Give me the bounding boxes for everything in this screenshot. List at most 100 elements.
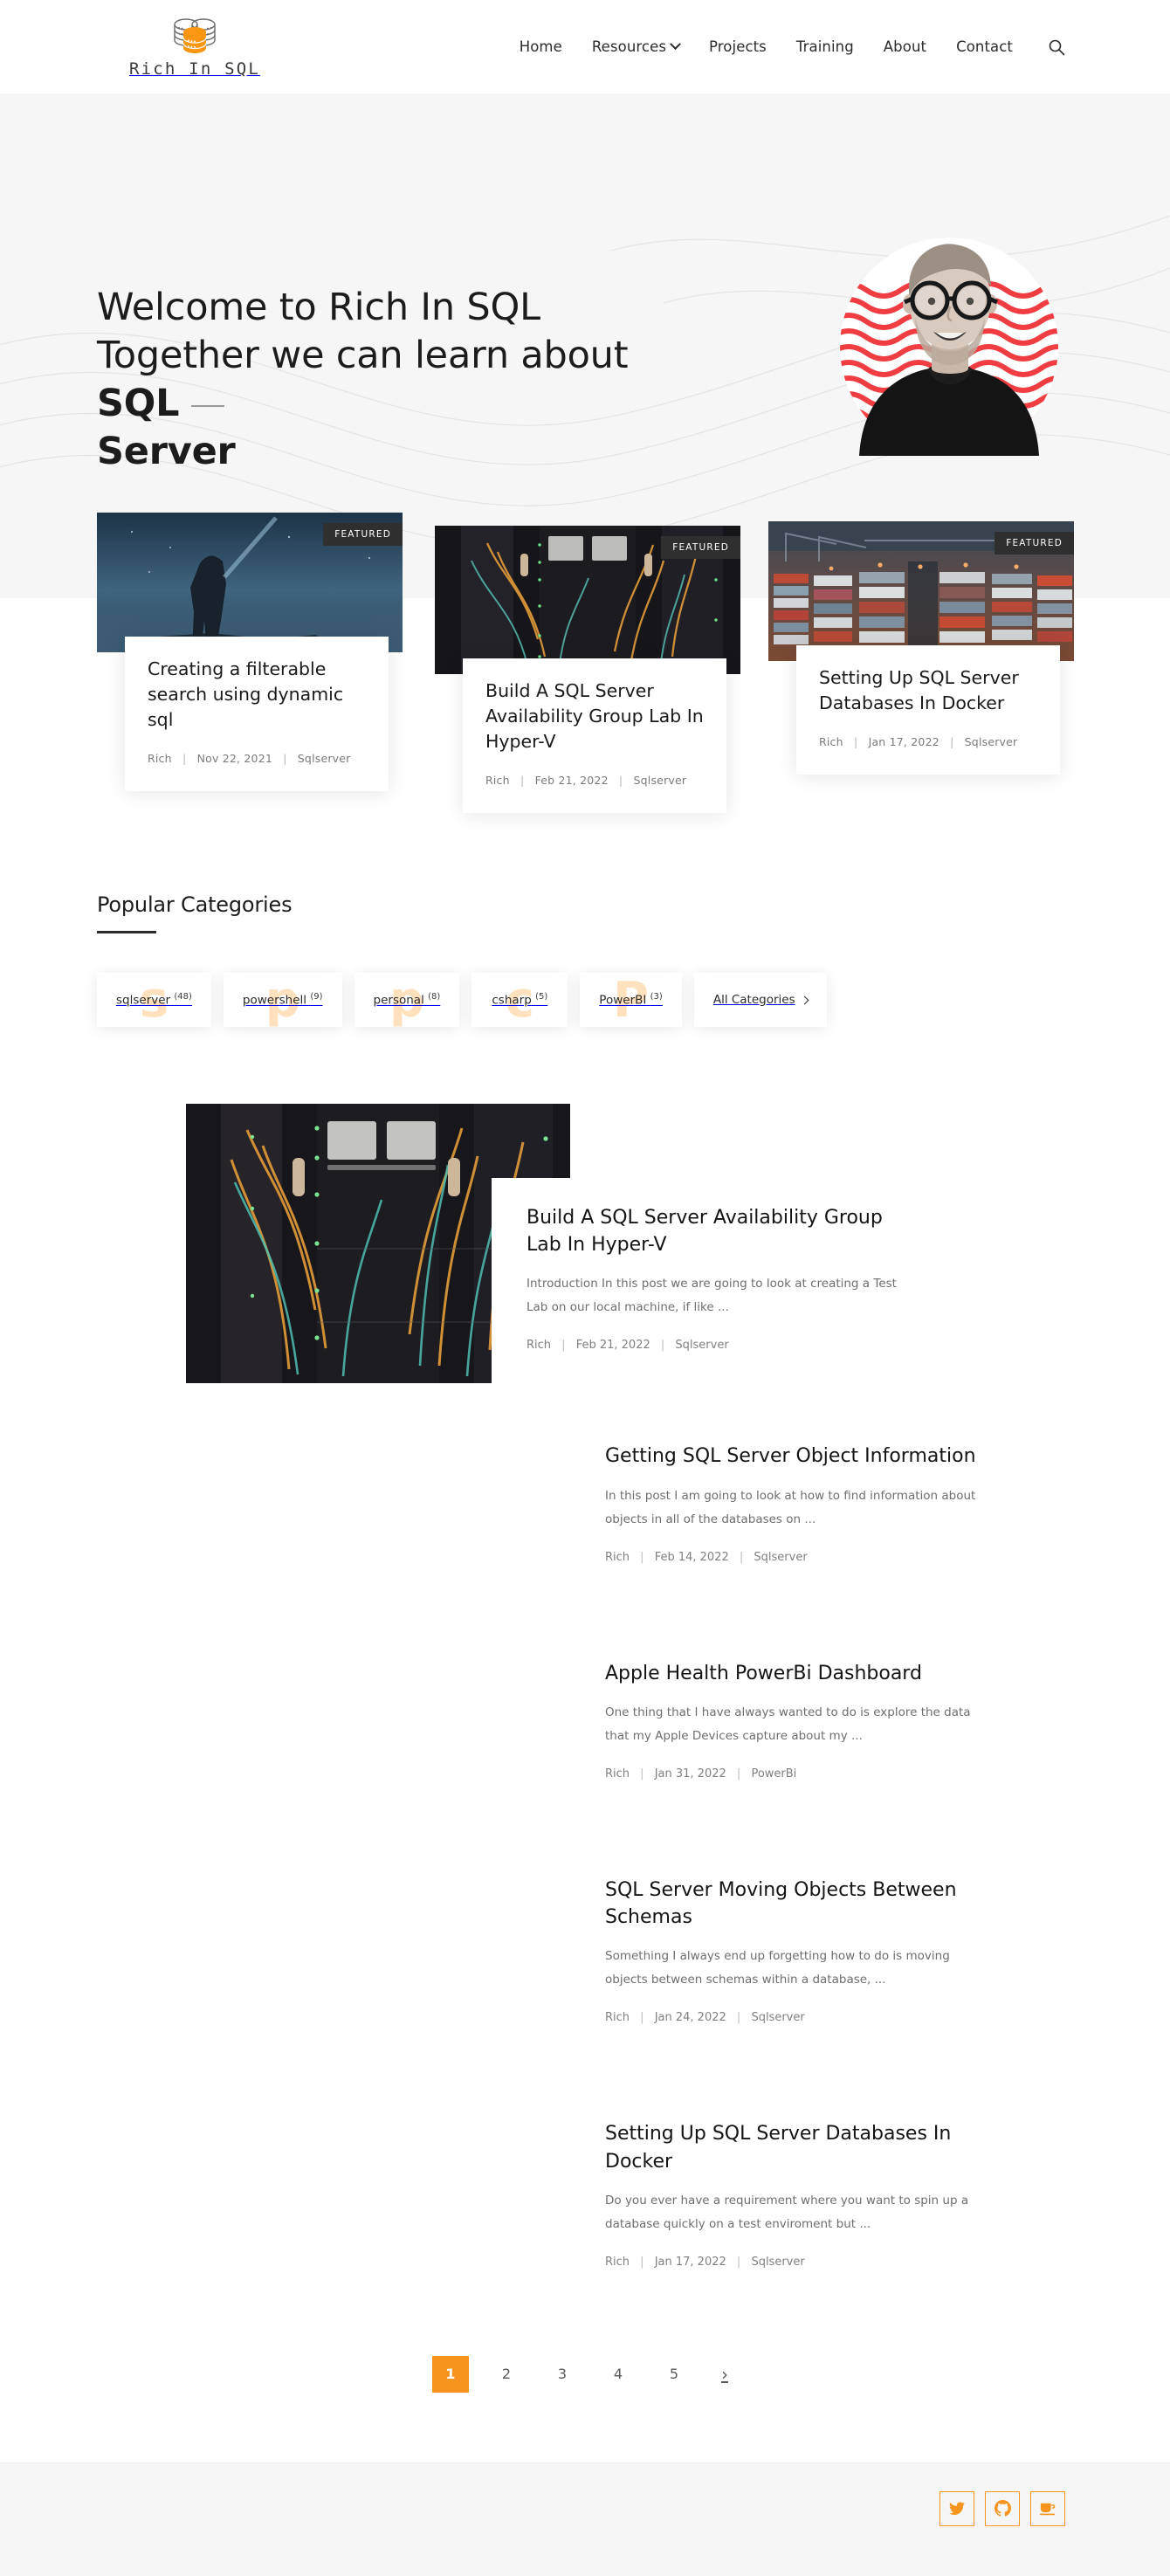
post-meta: Rich | Jan 31, 2022 | PowerBi: [605, 1767, 989, 1780]
nav-item-contact[interactable]: Contact: [956, 38, 1013, 55]
post-excerpt: One thing that I have always wanted to d…: [605, 1705, 971, 1743]
category-name: PowerBI: [599, 993, 647, 1008]
category[interactable]: Sqlserver: [751, 2011, 804, 2024]
post-content: SQL Server Moving Objects Between Schema…: [570, 1876, 1024, 2060]
featured-card[interactable]: FEATURED Setting Up SQL Server Databases…: [768, 521, 1074, 775]
post-list: Build A SQL Server Availability Group La…: [0, 1104, 1170, 2462]
post-item: SQL Server Moving Objects Between Schema…: [0, 1876, 1170, 2060]
meta-separator: |: [182, 752, 187, 766]
meta-separator: |: [853, 735, 858, 749]
nav-item-training[interactable]: Training: [796, 38, 854, 55]
all-categories-label-wrap: All Categories: [713, 993, 809, 1007]
post-excerpt: Do you ever have a requirement where you…: [605, 2193, 969, 2231]
pagination-page-3[interactable]: 3: [544, 2356, 581, 2393]
post-item: Apple Health PowerBi Dashboard One thing…: [0, 1659, 1170, 1815]
category[interactable]: Sqlserver: [634, 774, 687, 787]
nav-item-resources[interactable]: Resources: [592, 38, 681, 55]
date: Jan 17, 2022: [868, 735, 939, 749]
category-name: sqlserver: [116, 993, 171, 1008]
category-count: (3): [650, 992, 663, 1002]
avatar-photo: [850, 227, 1048, 456]
category-chip-powershell[interactable]: p powershell (9): [223, 973, 342, 1027]
post-meta: Rich | Jan 24, 2022 | Sqlserver: [605, 2011, 989, 2024]
hero-line-2-prefix: Together we can learn about: [97, 334, 629, 378]
post-title[interactable]: Build A SQL Server Availability Group La…: [526, 1204, 911, 1258]
post-meta: Rich | Feb 14, 2022 | Sqlserver: [605, 1551, 989, 1564]
featured-card-image: FEATURED: [435, 526, 740, 674]
meta-separator: |: [520, 774, 525, 788]
category[interactable]: Sqlserver: [751, 2256, 804, 2269]
category[interactable]: Sqlserver: [965, 735, 1018, 748]
meta-separator: |: [640, 1550, 644, 1564]
post-title[interactable]: SQL Server Moving Objects Between Schema…: [605, 1877, 989, 1931]
category-chip-csharp[interactable]: c csharp (5): [471, 973, 568, 1027]
nav-label: About: [883, 38, 927, 55]
post-item: Setting Up SQL Server Databases In Docke…: [0, 2120, 1170, 2304]
featured-card-image: FEATURED: [97, 513, 403, 652]
chevron-down-icon: [670, 38, 681, 51]
post-excerpt: Something I always end up forgetting how…: [605, 1949, 950, 1987]
post-title[interactable]: Apple Health PowerBi Dashboard: [605, 1660, 989, 1687]
coffee-icon[interactable]: [1030, 2490, 1065, 2526]
pagination-next-icon[interactable]: ›: [712, 2356, 738, 2393]
meta-separator: |: [736, 2255, 741, 2269]
date: Jan 31, 2022: [654, 1767, 726, 1780]
category[interactable]: PowerBi: [751, 1767, 796, 1780]
category-chip-powerbi[interactable]: P PowerBI (3): [580, 973, 682, 1027]
avatar: [840, 238, 1058, 456]
pagination-page-2[interactable]: 2: [488, 2356, 525, 2393]
featured-card-title[interactable]: Build A SQL Server Availability Group La…: [485, 678, 704, 754]
featured-card-title[interactable]: Setting Up SQL Server Databases In Docke…: [819, 665, 1037, 716]
popular-categories-section: Popular Categories s sqlserver (48) p po…: [0, 892, 1170, 1027]
pagination-page-5[interactable]: 5: [656, 2356, 692, 2393]
date: Nov 22, 2021: [196, 752, 272, 766]
category-name: personal: [373, 993, 424, 1008]
featured-card[interactable]: FEATURED Creating a filterable search us…: [97, 513, 403, 792]
main-navigation: Home Resources Projects Training About C…: [520, 38, 1065, 56]
author: Rich: [605, 2255, 630, 2269]
nav-label: Contact: [956, 38, 1013, 55]
pagination-page-4[interactable]: 4: [600, 2356, 637, 2393]
featured-posts: FEATURED Creating a filterable search us…: [0, 513, 1170, 884]
twitter-icon[interactable]: [939, 2490, 974, 2526]
post-content: Apple Health PowerBi Dashboard One thing…: [570, 1659, 1024, 1815]
hero-line-3-bold: Server: [97, 430, 236, 474]
post-title[interactable]: Setting Up SQL Server Databases In Docke…: [605, 2120, 989, 2174]
hero-dash: [191, 404, 225, 407]
meta-separator: |: [283, 752, 287, 766]
post-item: Getting SQL Server Object Information In…: [0, 1443, 1170, 1599]
date: Feb 21, 2022: [534, 774, 609, 788]
hero-line-1: Welcome to Rich In SQL: [97, 286, 540, 329]
category-count: (9): [310, 992, 323, 1002]
meta-separator: |: [561, 1339, 566, 1353]
post-excerpt: In this post I am going to look at how t…: [605, 1488, 976, 1526]
nav-item-projects[interactable]: Projects: [709, 38, 767, 55]
category[interactable]: Sqlserver: [754, 1551, 807, 1564]
meta-separator: |: [736, 1767, 741, 1780]
category[interactable]: Sqlserver: [675, 1339, 728, 1352]
pagination: 1 2 3 4 5 ›: [0, 2355, 1170, 2462]
date: Jan 17, 2022: [654, 2255, 726, 2269]
post-content: Getting SQL Server Object Information In…: [570, 1443, 1024, 1599]
author: Rich: [819, 735, 843, 749]
nav-item-about[interactable]: About: [884, 38, 926, 55]
search-icon[interactable]: [1048, 38, 1065, 56]
pagination-page-1[interactable]: 1: [432, 2355, 469, 2393]
author: Rich: [605, 2011, 630, 2025]
site-logo[interactable]: Rich In SQL: [129, 15, 260, 79]
all-categories-button[interactable]: All Categories: [693, 973, 827, 1027]
featured-card[interactable]: FEATURED Build A SQL Server Availability…: [435, 526, 740, 814]
section-underline: [97, 931, 156, 933]
section-title: Popular Categories: [97, 892, 292, 917]
category-chip-personal[interactable]: p personal (8): [354, 973, 460, 1027]
category-chip-sqlserver[interactable]: s sqlserver (48): [97, 973, 211, 1027]
site-header: Rich In SQL Home Resources Projects Trai…: [0, 0, 1170, 93]
site-footer: [0, 2462, 1170, 2576]
meta-separator: |: [739, 1550, 744, 1564]
github-icon[interactable]: [985, 2490, 1020, 2526]
post-title[interactable]: Getting SQL Server Object Information: [605, 1443, 989, 1470]
featured-card-title[interactable]: Creating a filterable search using dynam…: [148, 657, 366, 733]
category[interactable]: Sqlserver: [298, 752, 351, 765]
nav-item-home[interactable]: Home: [520, 38, 562, 55]
post-item: Build A SQL Server Availability Group La…: [0, 1104, 1170, 1388]
